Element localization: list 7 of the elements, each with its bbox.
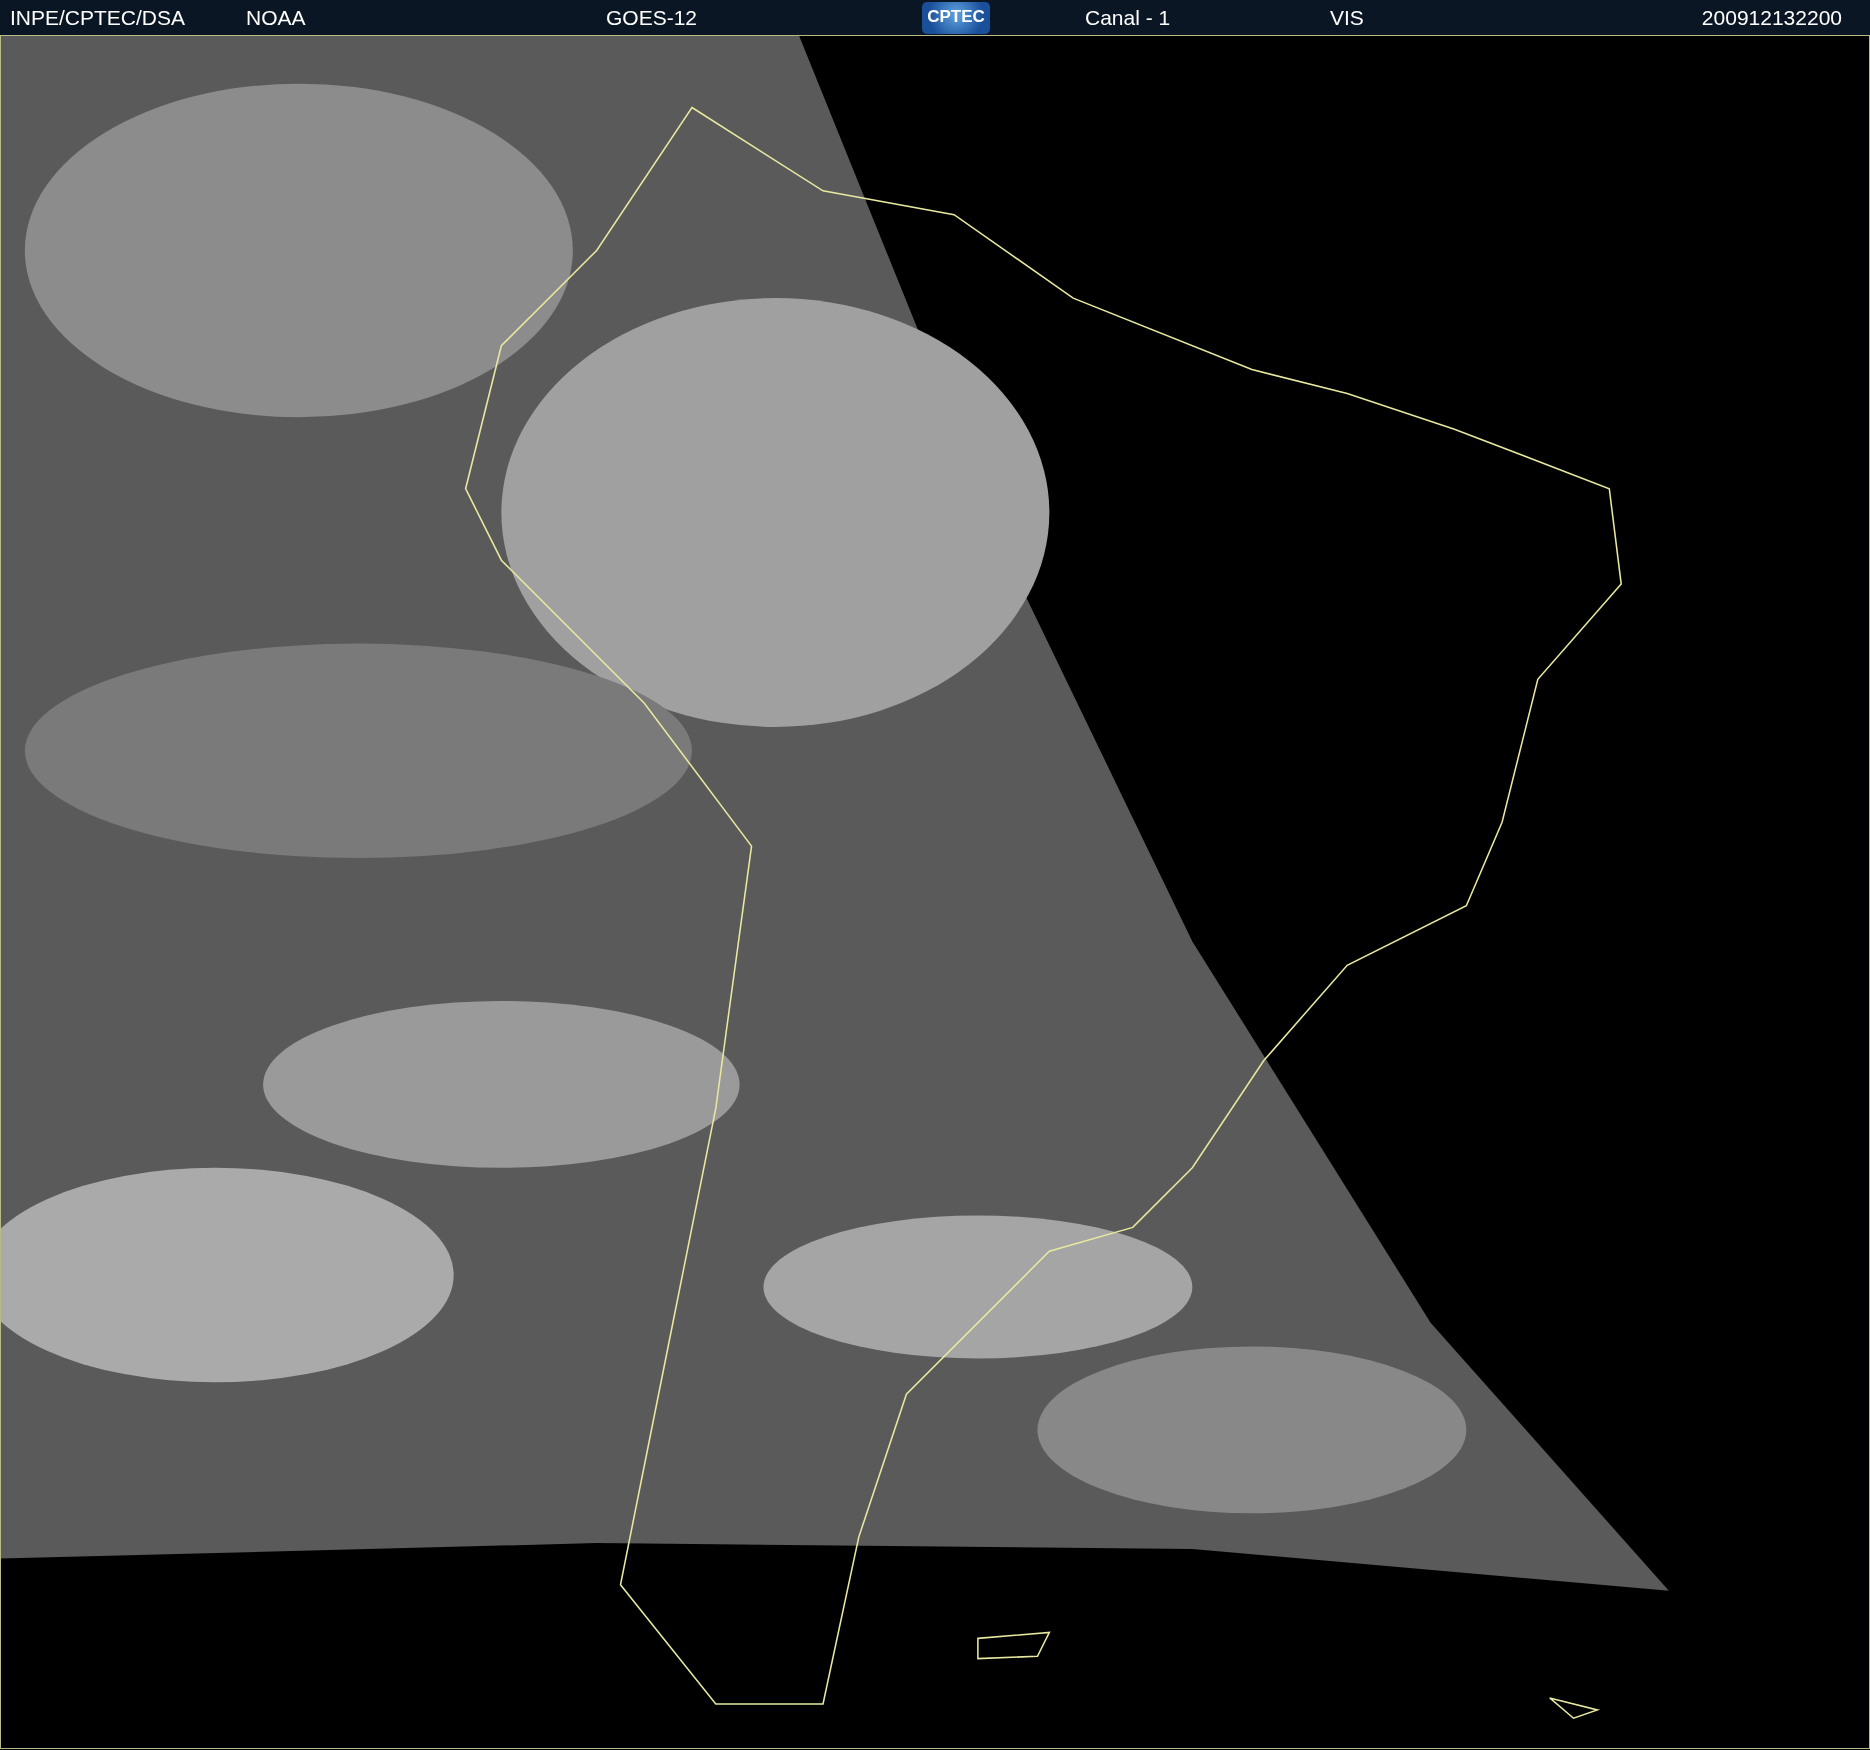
band-label: VIS	[1330, 4, 1365, 31]
source-label: INPE/CPTEC/DSA	[10, 4, 187, 31]
satellite-label: GOES-12	[606, 4, 699, 31]
agency-label: NOAA	[246, 4, 307, 31]
timestamp-label: 200912132200	[1701, 4, 1842, 31]
logo: CPTEC	[922, 1, 990, 34]
channel-label: Canal - 1	[1085, 4, 1172, 31]
